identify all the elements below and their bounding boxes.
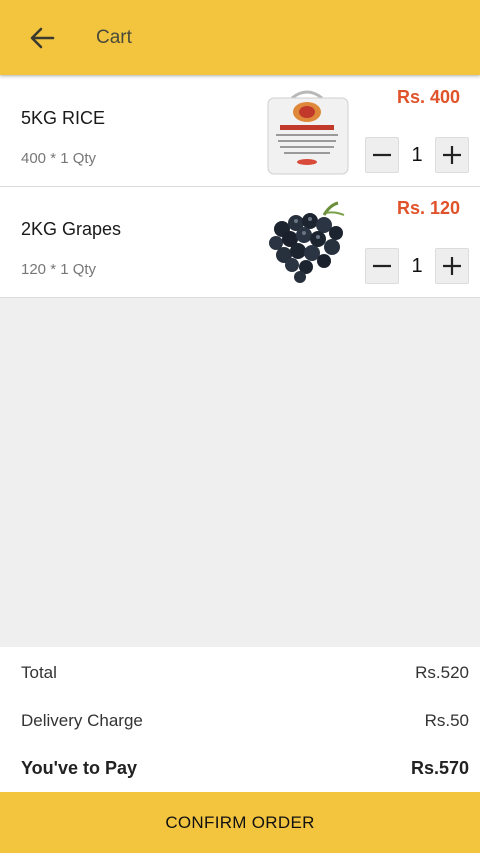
item-qty-line: 400 * 1 Qty	[21, 150, 97, 167]
quantity-stepper: 1	[365, 137, 469, 173]
total-row: Total Rs.520	[21, 663, 469, 683]
plus-icon	[443, 257, 461, 275]
app-bar: Cart	[0, 0, 480, 75]
total-value: Rs.520	[415, 663, 469, 682]
quantity-stepper: 1	[365, 248, 469, 284]
rice-bag-image	[267, 90, 349, 175]
item-qty-line: 120 * 1 Qty	[21, 261, 97, 278]
delivery-charge-value: Rs.50	[424, 711, 469, 730]
page-title: Cart	[96, 26, 132, 48]
decrease-quantity-button[interactable]	[365, 137, 399, 173]
minus-icon	[373, 264, 391, 268]
cart-item: 2KG Grapes 120 * 1 Qty Rs. 120 1	[0, 187, 480, 298]
amount-to-pay-row: You've to Pay Rs.570	[21, 758, 469, 779]
amount-to-pay-value: Rs.570	[410, 758, 469, 778]
arrow-left-icon	[30, 27, 55, 48]
increase-quantity-button[interactable]	[435, 248, 469, 284]
quantity-value: 1	[399, 137, 435, 173]
cart-list: 5KG RICE 400 * 1 Qty Rs. 400 1 2KG Grape…	[0, 76, 480, 298]
total-label: Total	[21, 663, 57, 682]
quantity-value: 1	[399, 248, 435, 284]
item-name: 5KG RICE	[21, 108, 106, 128]
increase-quantity-button[interactable]	[435, 137, 469, 173]
grapes-image	[269, 201, 345, 283]
back-button[interactable]	[20, 16, 64, 60]
delivery-charge-row: Delivery Charge Rs.50	[21, 711, 469, 731]
item-price: Rs. 400	[396, 87, 460, 107]
order-summary: Total Rs.520 Delivery Charge Rs.50 You'v…	[0, 647, 480, 792]
confirm-order-button[interactable]: CONFIRM ORDER	[0, 792, 480, 853]
minus-icon	[373, 153, 391, 157]
decrease-quantity-button[interactable]	[365, 248, 399, 284]
item-price: Rs. 120	[396, 198, 460, 218]
item-name: 2KG Grapes	[21, 219, 122, 239]
amount-to-pay-label: You've to Pay	[21, 758, 137, 778]
plus-icon	[443, 146, 461, 164]
cart-item: 5KG RICE 400 * 1 Qty Rs. 400 1	[0, 76, 480, 187]
delivery-charge-label: Delivery Charge	[21, 711, 143, 730]
